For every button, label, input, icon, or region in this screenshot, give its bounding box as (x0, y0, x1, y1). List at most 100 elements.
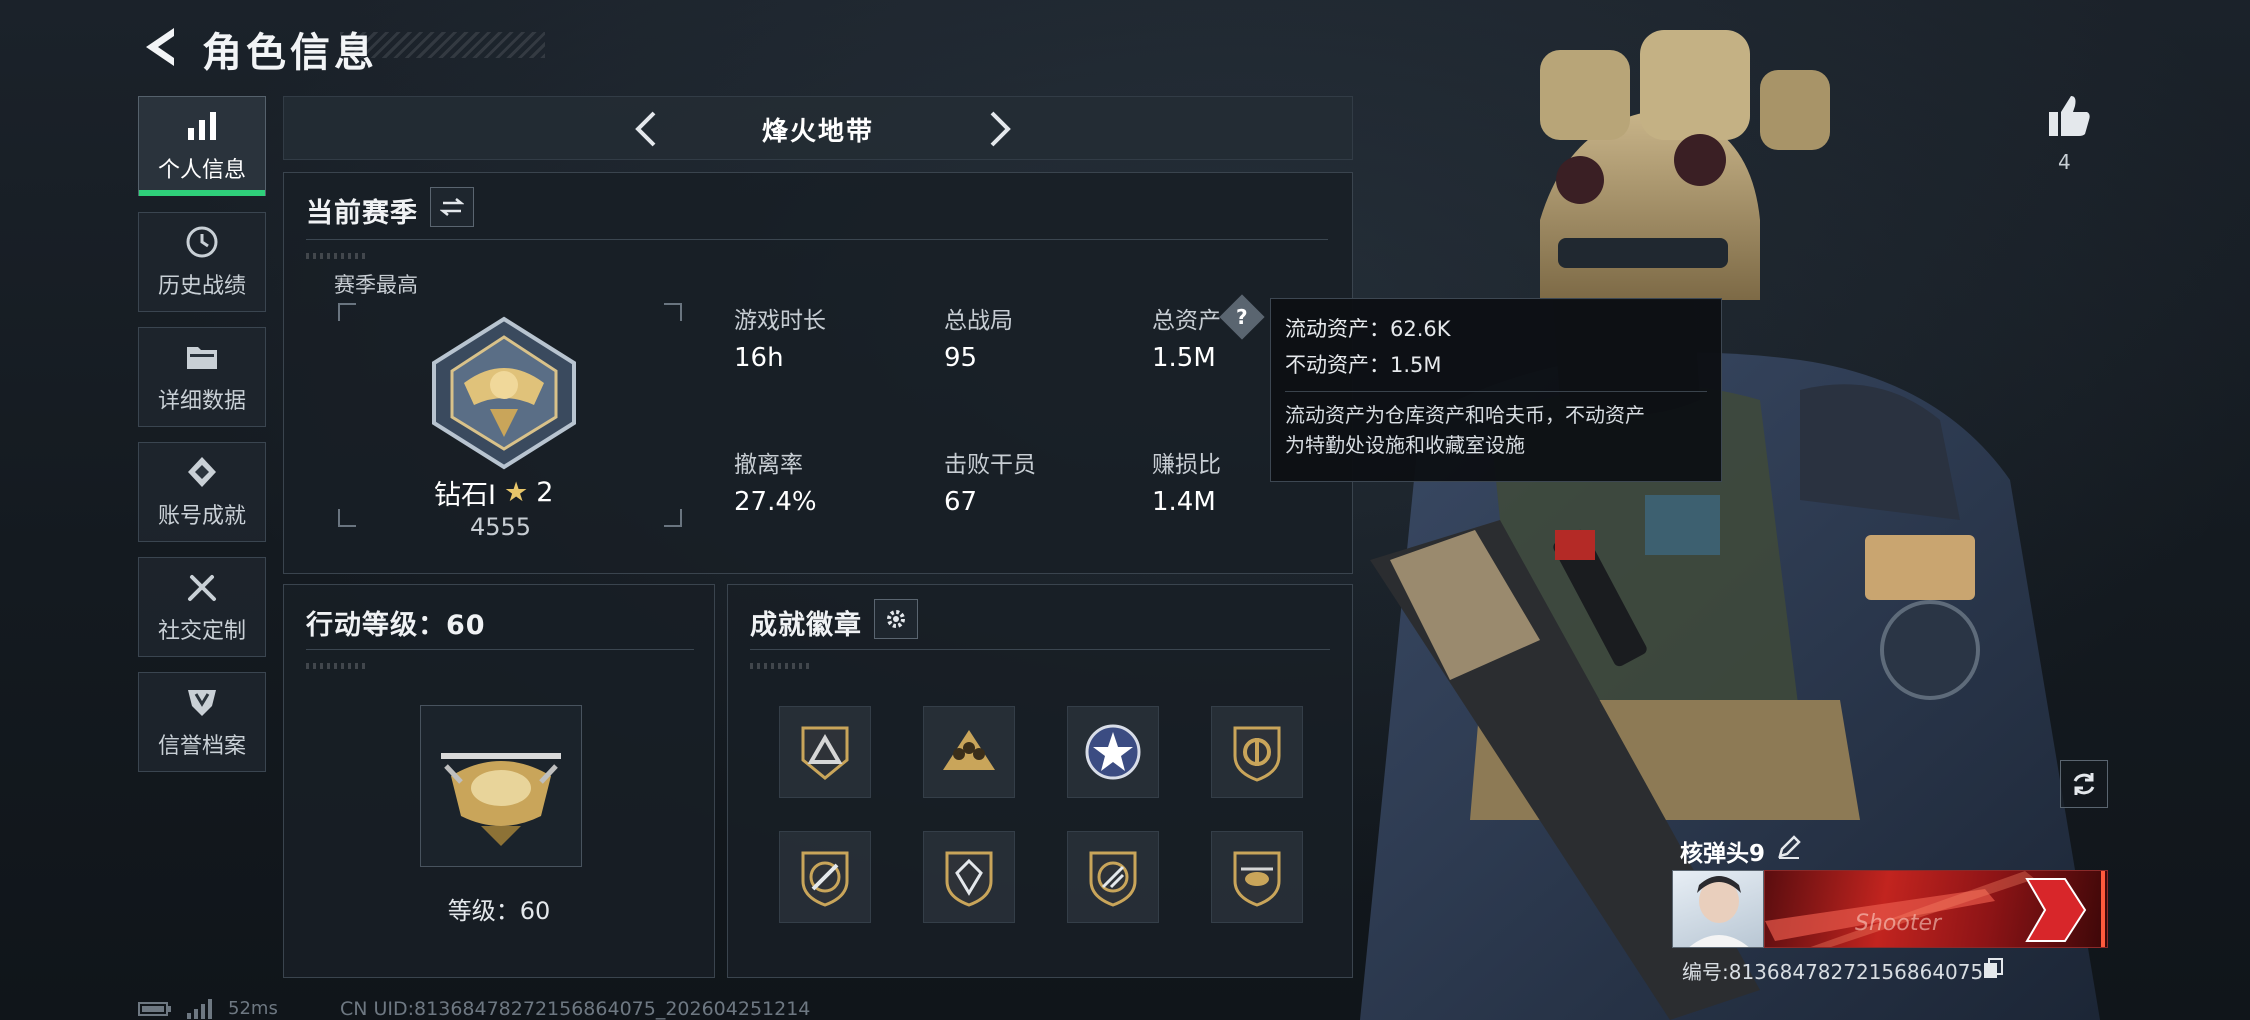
like-count: 4 (2058, 150, 2071, 174)
edit-pencil-icon[interactable] (1776, 834, 1802, 860)
namecard-art (1765, 871, 2105, 947)
season-best-label: 赛季最高 (334, 273, 418, 297)
sidebar-item-label: 社交定制 (157, 619, 246, 644)
stat-label: 游戏时长 (734, 308, 826, 334)
badges-settings-button[interactable] (874, 599, 918, 639)
season-divider (306, 239, 1328, 240)
tooltip-description: 流动资产为仓库资产和哈夫币，不动资产 为特勤处设施和收藏室设施 (1285, 391, 1707, 460)
stat-value: 1.5M (1152, 343, 1216, 373)
sidebar-item-history[interactable]: 历史战绩 (138, 212, 266, 312)
stat-value: 95 (944, 343, 978, 373)
status-bar: 52ms (138, 998, 278, 1019)
action-level-panel: 行动等级：60 等级：60 (283, 584, 715, 978)
achievement-diamond-icon (188, 457, 216, 487)
sidebar-item-reputation[interactable]: 信誉档案 (138, 672, 266, 772)
achievement-badge[interactable] (1211, 706, 1303, 798)
swap-arrows-icon (440, 198, 464, 216)
rank-stars: 2 (536, 477, 554, 508)
namecard-text: Shooter (1855, 911, 1942, 936)
battery-icon (138, 1001, 171, 1016)
badge-knife-icon (801, 851, 849, 907)
stat-label: 总资产 (1152, 308, 1221, 334)
stat-value: 16h (734, 343, 784, 373)
refresh-button[interactable] (2060, 760, 2108, 808)
avatar[interactable] (1672, 870, 1764, 948)
frame-corner (338, 303, 356, 321)
footer-cn-uid: CN UID:81368478272156864075_202604251214 (340, 998, 811, 1020)
level-emblem-frame (420, 705, 582, 867)
achievement-badge[interactable] (779, 706, 871, 798)
player-uid: 编号:81368478272156864075 (1682, 960, 1984, 984)
badge-squad-icon (943, 730, 995, 770)
namecard-banner[interactable]: Shooter (1764, 870, 2108, 948)
rank-score: 4555 (470, 513, 532, 541)
sidebar-item-label: 个人信息 (157, 158, 246, 183)
season-dots (306, 253, 366, 259)
achievement-badge[interactable] (923, 706, 1015, 798)
badge-triangle-icon (801, 726, 849, 780)
badges-panel: 成就徽章 (727, 584, 1353, 978)
sidebar-item-label: 历史战绩 (157, 274, 246, 299)
tooltip-desc-line: 流动资产为仓库资产和哈夫币，不动资产 (1285, 403, 1645, 427)
rank-info: 钻石I ★ 2 (434, 473, 553, 512)
back-arrow-icon[interactable] (138, 22, 182, 72)
sidebar-item-social-custom[interactable]: 社交定制 (138, 557, 266, 657)
wrench-screwdriver-icon (188, 575, 216, 601)
stat-label: 赚损比 (1152, 452, 1221, 478)
badge-gem-icon (945, 851, 993, 907)
badge-star-icon (1085, 724, 1141, 780)
rank-star-icon: ★ (503, 477, 529, 508)
achievement-badge[interactable] (923, 831, 1015, 923)
tooltip-desc-line: 为特勤处设施和收藏室设施 (1285, 433, 1525, 457)
sidebar-item-achievements[interactable]: 账号成就 (138, 442, 266, 542)
achievement-badge[interactable] (1211, 831, 1303, 923)
frame-corner (338, 509, 356, 527)
tooltip-liquid-assets: 流动资产：62.6K (1285, 317, 1451, 341)
helicopter-emblem-icon (441, 753, 561, 846)
sidebar-item-detailed-data[interactable]: 详细数据 (138, 327, 266, 427)
badges-title: 成就徽章 (750, 610, 862, 641)
ping-value: 52ms (228, 998, 278, 1019)
copy-icon[interactable] (1982, 957, 2004, 979)
action-level-dots (306, 663, 366, 669)
season-title: 当前赛季 (306, 198, 418, 229)
achievement-badge[interactable] (1067, 706, 1159, 798)
frame-corner (664, 509, 682, 527)
sidebar-item-label: 账号成就 (157, 504, 246, 529)
achievement-badge[interactable] (1067, 831, 1159, 923)
sidebar-item-label: 详细数据 (157, 389, 246, 414)
history-clock-icon (186, 226, 218, 258)
thumbs-up-icon[interactable] (2045, 92, 2095, 142)
help-icon[interactable]: ? (1219, 294, 1265, 340)
stat-value: 27.4% (734, 487, 817, 517)
folder-icon (187, 347, 217, 369)
mode-title: 烽火地带 (761, 117, 874, 147)
season-switch-button[interactable] (430, 187, 474, 227)
asset-tooltip: 流动资产：62.6K 不动资产：1.5M 流动资产为仓库资产和哈夫币，不动资产 … (1270, 298, 1722, 482)
level-text: 等级：60 (447, 897, 551, 925)
sidebar-item-label: 信誉档案 (157, 734, 246, 759)
badge-heli-icon (1233, 851, 1281, 907)
season-panel: 当前赛季 赛季最高 钻石I ★ 2 4555 游戏时长 16h 总战局 95 总… (283, 172, 1353, 574)
shield-emblem-icon (188, 690, 216, 716)
achievement-badge[interactable] (779, 831, 871, 923)
badge-shield-icon (1233, 726, 1281, 782)
badge-knife-2-icon (1089, 851, 1137, 907)
bar-chart-icon (188, 112, 216, 140)
mode-selector: 烽火地带 (283, 96, 1353, 160)
gear-icon (887, 610, 905, 628)
stat-label: 撤离率 (734, 452, 803, 478)
tooltip-fixed-assets: 不动资产：1.5M (1285, 353, 1442, 377)
stat-label: 击败干员 (944, 452, 1036, 478)
sidebar-item-personal-info[interactable]: 个人信息 (138, 96, 266, 196)
rank-name: 钻石I (434, 480, 496, 511)
avatar-portrait-icon (1689, 876, 1749, 947)
refresh-icon (2073, 773, 2095, 795)
title-decoration (340, 32, 545, 58)
signal-icon (187, 998, 212, 1019)
stat-label: 总战局 (944, 308, 1013, 334)
action-level-divider (306, 649, 694, 650)
frame-corner (664, 303, 682, 321)
badges-divider (750, 649, 1330, 650)
chevron-right-icon[interactable] (974, 105, 1022, 153)
